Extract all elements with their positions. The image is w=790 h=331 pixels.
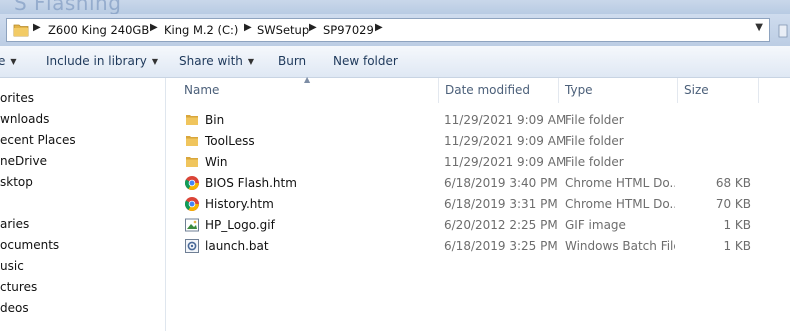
file-size: 1 KB bbox=[723, 218, 751, 232]
nav-item-pictures[interactable]: ctures bbox=[0, 280, 37, 294]
breadcrumb-separator-icon[interactable]: ▶ bbox=[309, 22, 317, 33]
file-row[interactable]: History.htm 6/18/2019 3:31 PM Chrome HTML … bbox=[180, 193, 760, 214]
column-divider[interactable] bbox=[758, 78, 759, 103]
file-type: File folder bbox=[565, 134, 624, 148]
folder-icon bbox=[184, 133, 200, 149]
nav-item-libraries[interactable]: aries bbox=[0, 217, 29, 231]
nav-item-recent-places[interactable]: ecent Places bbox=[0, 133, 76, 147]
file-row[interactable]: BIOS Flash.htm 6/18/2019 3:40 PM Chrome HT… bbox=[180, 172, 760, 193]
batch-file-icon bbox=[184, 238, 200, 254]
breadcrumb-item[interactable]: SP97029 bbox=[323, 23, 374, 37]
file-name: ToolLess bbox=[205, 134, 255, 148]
nav-item-documents[interactable]: ocuments bbox=[0, 238, 59, 252]
nav-item-favorites[interactable]: orites bbox=[0, 91, 34, 105]
file-type: Chrome HTML Do... bbox=[565, 197, 675, 211]
column-header-label: Size bbox=[684, 83, 709, 97]
include-in-library-button[interactable]: Include in library ▼ bbox=[46, 54, 158, 68]
breadcrumb-item[interactable]: King M.2 (C:) bbox=[164, 23, 238, 37]
chrome-icon bbox=[184, 175, 200, 191]
breadcrumb-separator-icon[interactable]: ▶ bbox=[375, 22, 383, 33]
column-header-label: Name bbox=[184, 83, 220, 97]
breadcrumb-item[interactable]: SWSetup bbox=[257, 23, 309, 37]
burn-button[interactable]: Burn bbox=[278, 54, 306, 68]
file-date-modified: 6/20/2012 2:25 PM bbox=[444, 218, 558, 232]
file-type: Windows Batch File bbox=[565, 239, 675, 253]
chevron-down-icon: ▼ bbox=[247, 57, 255, 66]
address-dropdown-icon[interactable]: ▼ bbox=[755, 22, 763, 33]
file-date-modified: 11/29/2021 9:09 AM bbox=[444, 155, 567, 169]
file-row[interactable]: launch.bat 6/18/2019 3:25 PM Windows Batch… bbox=[180, 235, 760, 256]
breadcrumb-item[interactable]: Z600 King 240GB bbox=[48, 23, 149, 37]
breadcrumb-separator-icon[interactable]: ▶ bbox=[33, 22, 41, 33]
file-type: File folder bbox=[565, 155, 624, 169]
file-date-modified: 6/18/2019 3:25 PM bbox=[444, 239, 558, 253]
chevron-down-icon: ▼ bbox=[10, 57, 17, 66]
folder-icon bbox=[13, 23, 29, 40]
file-name: Win bbox=[205, 155, 228, 169]
nav-item-music[interactable]: usic bbox=[0, 259, 24, 273]
file-date-modified: 6/18/2019 3:40 PM bbox=[444, 176, 558, 190]
file-size: 1 KB bbox=[723, 239, 751, 253]
address-bar[interactable]: ▶ Z600 King 240GB ▶ King M.2 (C:) ▶ SWSe… bbox=[6, 18, 770, 42]
organize-label: e bbox=[0, 54, 6, 68]
breadcrumb-separator-icon[interactable]: ▶ bbox=[150, 22, 158, 33]
column-header-label: Type bbox=[565, 83, 593, 97]
share-label: Share with bbox=[179, 54, 243, 68]
file-type: Chrome HTML Do... bbox=[565, 176, 675, 190]
file-name: HP_Logo.gif bbox=[205, 218, 275, 232]
column-header-size[interactable]: Size bbox=[676, 78, 758, 103]
organize-button[interactable]: e ▼ bbox=[0, 54, 17, 68]
file-name: Bin bbox=[205, 113, 225, 127]
file-date-modified: 11/29/2021 9:09 AM bbox=[444, 113, 567, 127]
column-header-label: Date modified bbox=[445, 83, 531, 97]
file-type: File folder bbox=[565, 113, 624, 127]
share-with-button[interactable]: Share with ▼ bbox=[179, 54, 254, 68]
refresh-button[interactable] bbox=[776, 22, 790, 42]
file-name: BIOS Flash.htm bbox=[205, 176, 297, 190]
nav-item-videos[interactable]: deos bbox=[0, 301, 29, 315]
include-label: Include in library bbox=[46, 54, 147, 68]
nav-item-downloads[interactable]: wnloads bbox=[0, 112, 49, 126]
file-date-modified: 11/29/2021 9:09 AM bbox=[444, 134, 567, 148]
column-header-type[interactable]: Type bbox=[557, 78, 677, 103]
breadcrumb-separator-icon[interactable]: ▶ bbox=[244, 22, 252, 33]
navigation-pane: orites wnloads ecent Places neDrive skto… bbox=[0, 78, 166, 331]
folder-icon bbox=[184, 154, 200, 170]
address-bar-row: ▶ Z600 King 240GB ▶ King M.2 (C:) ▶ SWSe… bbox=[0, 14, 790, 46]
new-folder-button[interactable]: New folder bbox=[333, 54, 398, 68]
file-type: GIF image bbox=[565, 218, 626, 232]
file-row[interactable]: Bin 11/29/2021 9:09 AM File folder bbox=[180, 109, 760, 130]
nav-item-onedrive[interactable]: neDrive bbox=[0, 154, 47, 168]
column-header-date[interactable]: Date modified bbox=[437, 78, 558, 103]
file-row[interactable]: HP_Logo.gif 6/20/2012 2:25 PM GIF image 1 K… bbox=[180, 214, 760, 235]
file-row[interactable]: Win 11/29/2021 9:09 AM File folder bbox=[180, 151, 760, 172]
file-date-modified: 6/18/2019 3:31 PM bbox=[444, 197, 558, 211]
file-size: 68 KB bbox=[715, 176, 751, 190]
chrome-icon bbox=[184, 196, 200, 212]
file-size: 70 KB bbox=[715, 197, 751, 211]
window-title-bar: S Flashing bbox=[0, 0, 790, 14]
file-row[interactable]: ToolLess 11/29/2021 9:09 AM File folder bbox=[180, 130, 760, 151]
window-title: S Flashing bbox=[14, 0, 122, 14]
command-bar: e ▼ Include in library ▼ Share with ▼ Burn … bbox=[0, 46, 790, 78]
folder-icon bbox=[184, 112, 200, 128]
file-name: launch.bat bbox=[205, 239, 269, 253]
file-name: History.htm bbox=[205, 197, 274, 211]
image-icon bbox=[184, 217, 200, 233]
column-header-name[interactable]: Name bbox=[176, 78, 438, 103]
chevron-down-icon: ▼ bbox=[151, 57, 159, 66]
nav-item-desktop[interactable]: sktop bbox=[0, 175, 33, 189]
